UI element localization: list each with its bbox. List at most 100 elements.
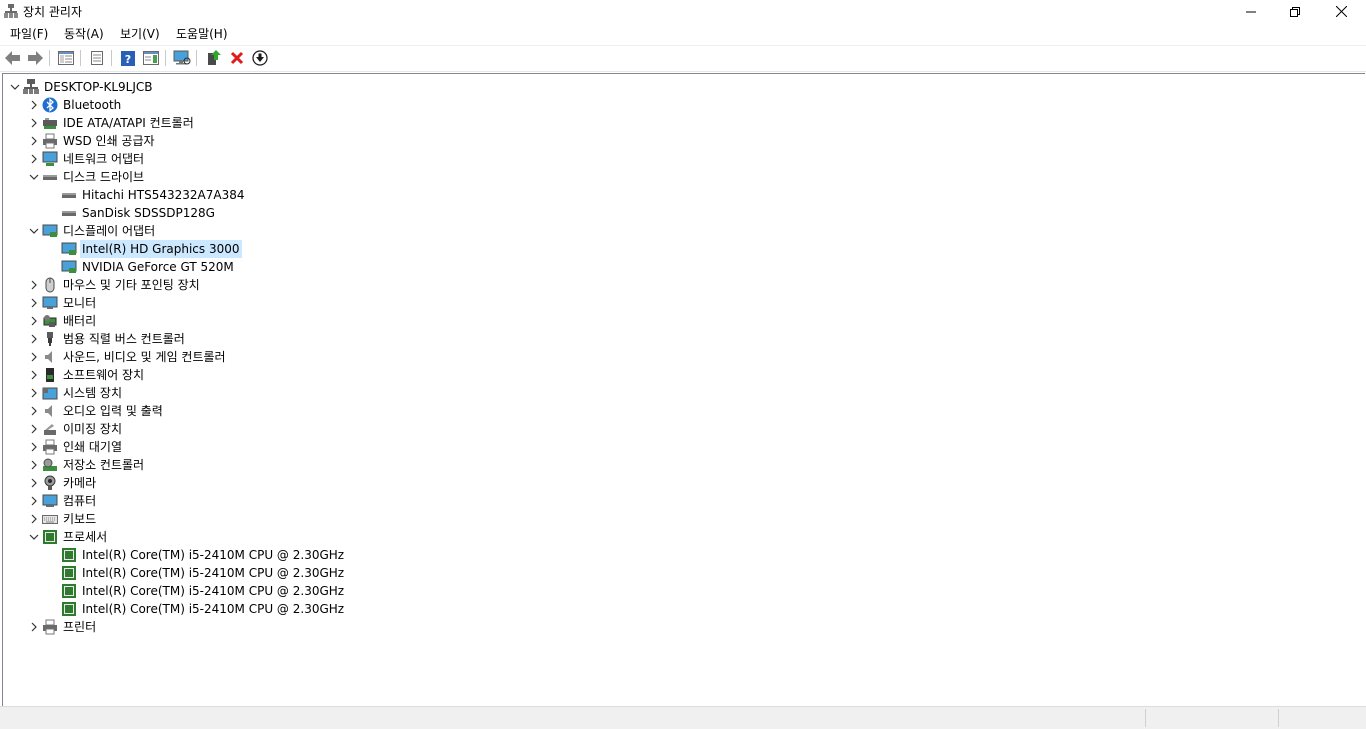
chevron-right-icon[interactable] (26, 492, 42, 510)
category-label: 네트워크 어댑터 (63, 152, 145, 166)
chevron-down-icon[interactable] (7, 78, 23, 96)
network-adapter-icon (42, 151, 58, 167)
tree-child-display[interactable]: NVIDIA GeForce GT 520M (61, 258, 236, 276)
disk-drive-icon (42, 169, 58, 185)
display-adapter-icon (61, 259, 77, 275)
chevron-right-icon[interactable] (26, 384, 42, 402)
restore-button[interactable] (1272, 0, 1318, 23)
chevron-right-icon[interactable] (26, 348, 42, 366)
tree-item-computer[interactable]: 컴퓨터 (26, 492, 98, 510)
chevron-down-icon[interactable] (26, 168, 42, 186)
tree-root[interactable]: DESKTOP-KL9LJCB (7, 78, 154, 96)
minimize-button[interactable] (1228, 0, 1274, 23)
help-button[interactable]: ? (118, 49, 138, 67)
tree-item-audio-io[interactable]: 오디오 입력 및 출력 (26, 402, 165, 420)
tree-item-keyboard[interactable]: 키보드 (26, 510, 98, 528)
category-label: 범용 직렬 버스 컨트롤러 (63, 332, 185, 346)
menu-view[interactable]: 보기(V) (118, 25, 162, 42)
category-label: 소프트웨어 장치 (63, 368, 145, 382)
uninstall-button[interactable] (227, 49, 247, 67)
disable-device-icon (252, 50, 268, 66)
category-label: 디스플레이 어댑터 (63, 224, 156, 238)
chevron-right-icon[interactable] (26, 420, 42, 438)
chevron-right-icon[interactable] (26, 114, 42, 132)
disable-device-button[interactable] (250, 49, 270, 67)
tree-child-processor[interactable]: Intel(R) Core(TM) i5-2410M CPU @ 2.30GHz (61, 546, 346, 564)
category-label: 카메라 (63, 476, 97, 490)
tree-item-usb[interactable]: 범용 직렬 버스 컨트롤러 (26, 330, 187, 348)
help-icon: ? (121, 50, 135, 66)
tree-item-imaging[interactable]: 이미징 장치 (26, 420, 124, 438)
chevron-right-icon[interactable] (26, 438, 42, 456)
tree-item-camera[interactable]: 카메라 (26, 474, 98, 492)
category-label: 프린터 (63, 620, 97, 634)
chevron-right-icon[interactable] (26, 330, 42, 348)
tree-item-display-adapters[interactable]: 디스플레이 어댑터 (26, 222, 157, 240)
tree-item-mouse[interactable]: 마우스 및 기타 포인팅 장치 (26, 276, 202, 294)
toolbar-separator (111, 50, 112, 66)
properties-button[interactable] (87, 49, 107, 67)
tree-child-processor[interactable]: Intel(R) Core(TM) i5-2410M CPU @ 2.30GHz (61, 600, 346, 618)
tree-item-bluetooth[interactable]: Bluetooth (26, 96, 123, 114)
chevron-right-icon[interactable] (26, 510, 42, 528)
device-label: Intel(R) HD Graphics 3000 (80, 240, 242, 258)
close-button[interactable] (1318, 0, 1364, 23)
device-label: Intel(R) Core(TM) i5-2410M CPU @ 2.30GHz (82, 566, 345, 580)
tree-child-disk[interactable]: SanDisk SDSSDP128G (61, 204, 217, 222)
tree-child-disk[interactable]: Hitachi HTS543232A7A384 (61, 186, 247, 204)
tree-item-software-devices[interactable]: 소프트웨어 장치 (26, 366, 146, 384)
tree-item-sound[interactable]: 사운드, 비디오 및 게임 컨트롤러 (26, 348, 228, 366)
chevron-right-icon[interactable] (26, 456, 42, 474)
chevron-right-icon[interactable] (26, 132, 42, 150)
chevron-right-icon[interactable] (26, 96, 42, 114)
chevron-right-icon[interactable] (26, 150, 42, 168)
ide-controller-icon (42, 115, 58, 131)
chevron-right-icon[interactable] (26, 474, 42, 492)
storage-controller-icon (42, 457, 58, 473)
tree-item-ide[interactable]: IDE ATA/ATAPI 컨트롤러 (26, 114, 196, 132)
minimize-icon (1246, 11, 1256, 12)
properties-icon (91, 51, 103, 65)
back-button[interactable] (3, 49, 23, 67)
menu-action[interactable]: 동작(A) (62, 25, 106, 42)
toolbar-separator (49, 50, 50, 66)
processor-icon (61, 547, 77, 563)
chevron-right-icon[interactable] (26, 618, 42, 636)
category-label: 저장소 컨트롤러 (63, 458, 145, 472)
scan-hardware-button[interactable] (172, 49, 192, 67)
chevron-right-icon[interactable] (26, 366, 42, 384)
tree-item-network[interactable]: 네트워크 어댑터 (26, 150, 146, 168)
tree-item-wsd[interactable]: WSD 인쇄 공급자 (26, 132, 157, 150)
tree-child-processor[interactable]: Intel(R) Core(TM) i5-2410M CPU @ 2.30GHz (61, 564, 346, 582)
chevron-down-icon[interactable] (26, 222, 42, 240)
toolbar-separator (80, 50, 81, 66)
disk-drive-icon (61, 187, 77, 203)
tree-child-processor[interactable]: Intel(R) Core(TM) i5-2410M CPU @ 2.30GHz (61, 582, 346, 600)
tree-item-monitor[interactable]: 모니터 (26, 294, 98, 312)
menu-help[interactable]: 도움말(H) (174, 25, 230, 42)
processor-icon (61, 601, 77, 617)
chevron-right-icon[interactable] (26, 312, 42, 330)
tree-item-processors[interactable]: 프로세서 (26, 528, 109, 546)
tree-item-printers[interactable]: 프린터 (26, 618, 98, 636)
update-driver-button[interactable] (204, 49, 224, 67)
tree-item-disk-drives[interactable]: 디스크 드라이브 (26, 168, 146, 186)
display-adapter-icon (61, 241, 77, 257)
forward-button[interactable] (25, 49, 45, 67)
tree-item-system-devices[interactable]: 시스템 장치 (26, 384, 124, 402)
tree-item-print-queue[interactable]: 인쇄 대기열 (26, 438, 124, 456)
chevron-right-icon[interactable] (26, 402, 42, 420)
back-arrow-icon (5, 51, 20, 65)
system-device-icon (42, 385, 58, 401)
tree-item-battery[interactable]: 배터리 (26, 312, 98, 330)
chevron-right-icon[interactable] (26, 294, 42, 312)
print-queue-icon (42, 439, 58, 455)
chevron-right-icon[interactable] (26, 276, 42, 294)
show-hide-tree-button[interactable] (56, 49, 76, 67)
tree-child-display-selected[interactable]: Intel(R) HD Graphics 3000 (61, 240, 242, 258)
menu-file[interactable]: 파일(F) (8, 25, 50, 42)
action-pane-button[interactable] (141, 49, 161, 67)
tree-item-storage-controllers[interactable]: 저장소 컨트롤러 (26, 456, 146, 474)
device-tree[interactable]: DESKTOP-KL9LJCB Bluetooth IDE ATA/ATAPI … (2, 73, 1365, 707)
chevron-down-icon[interactable] (26, 528, 42, 546)
